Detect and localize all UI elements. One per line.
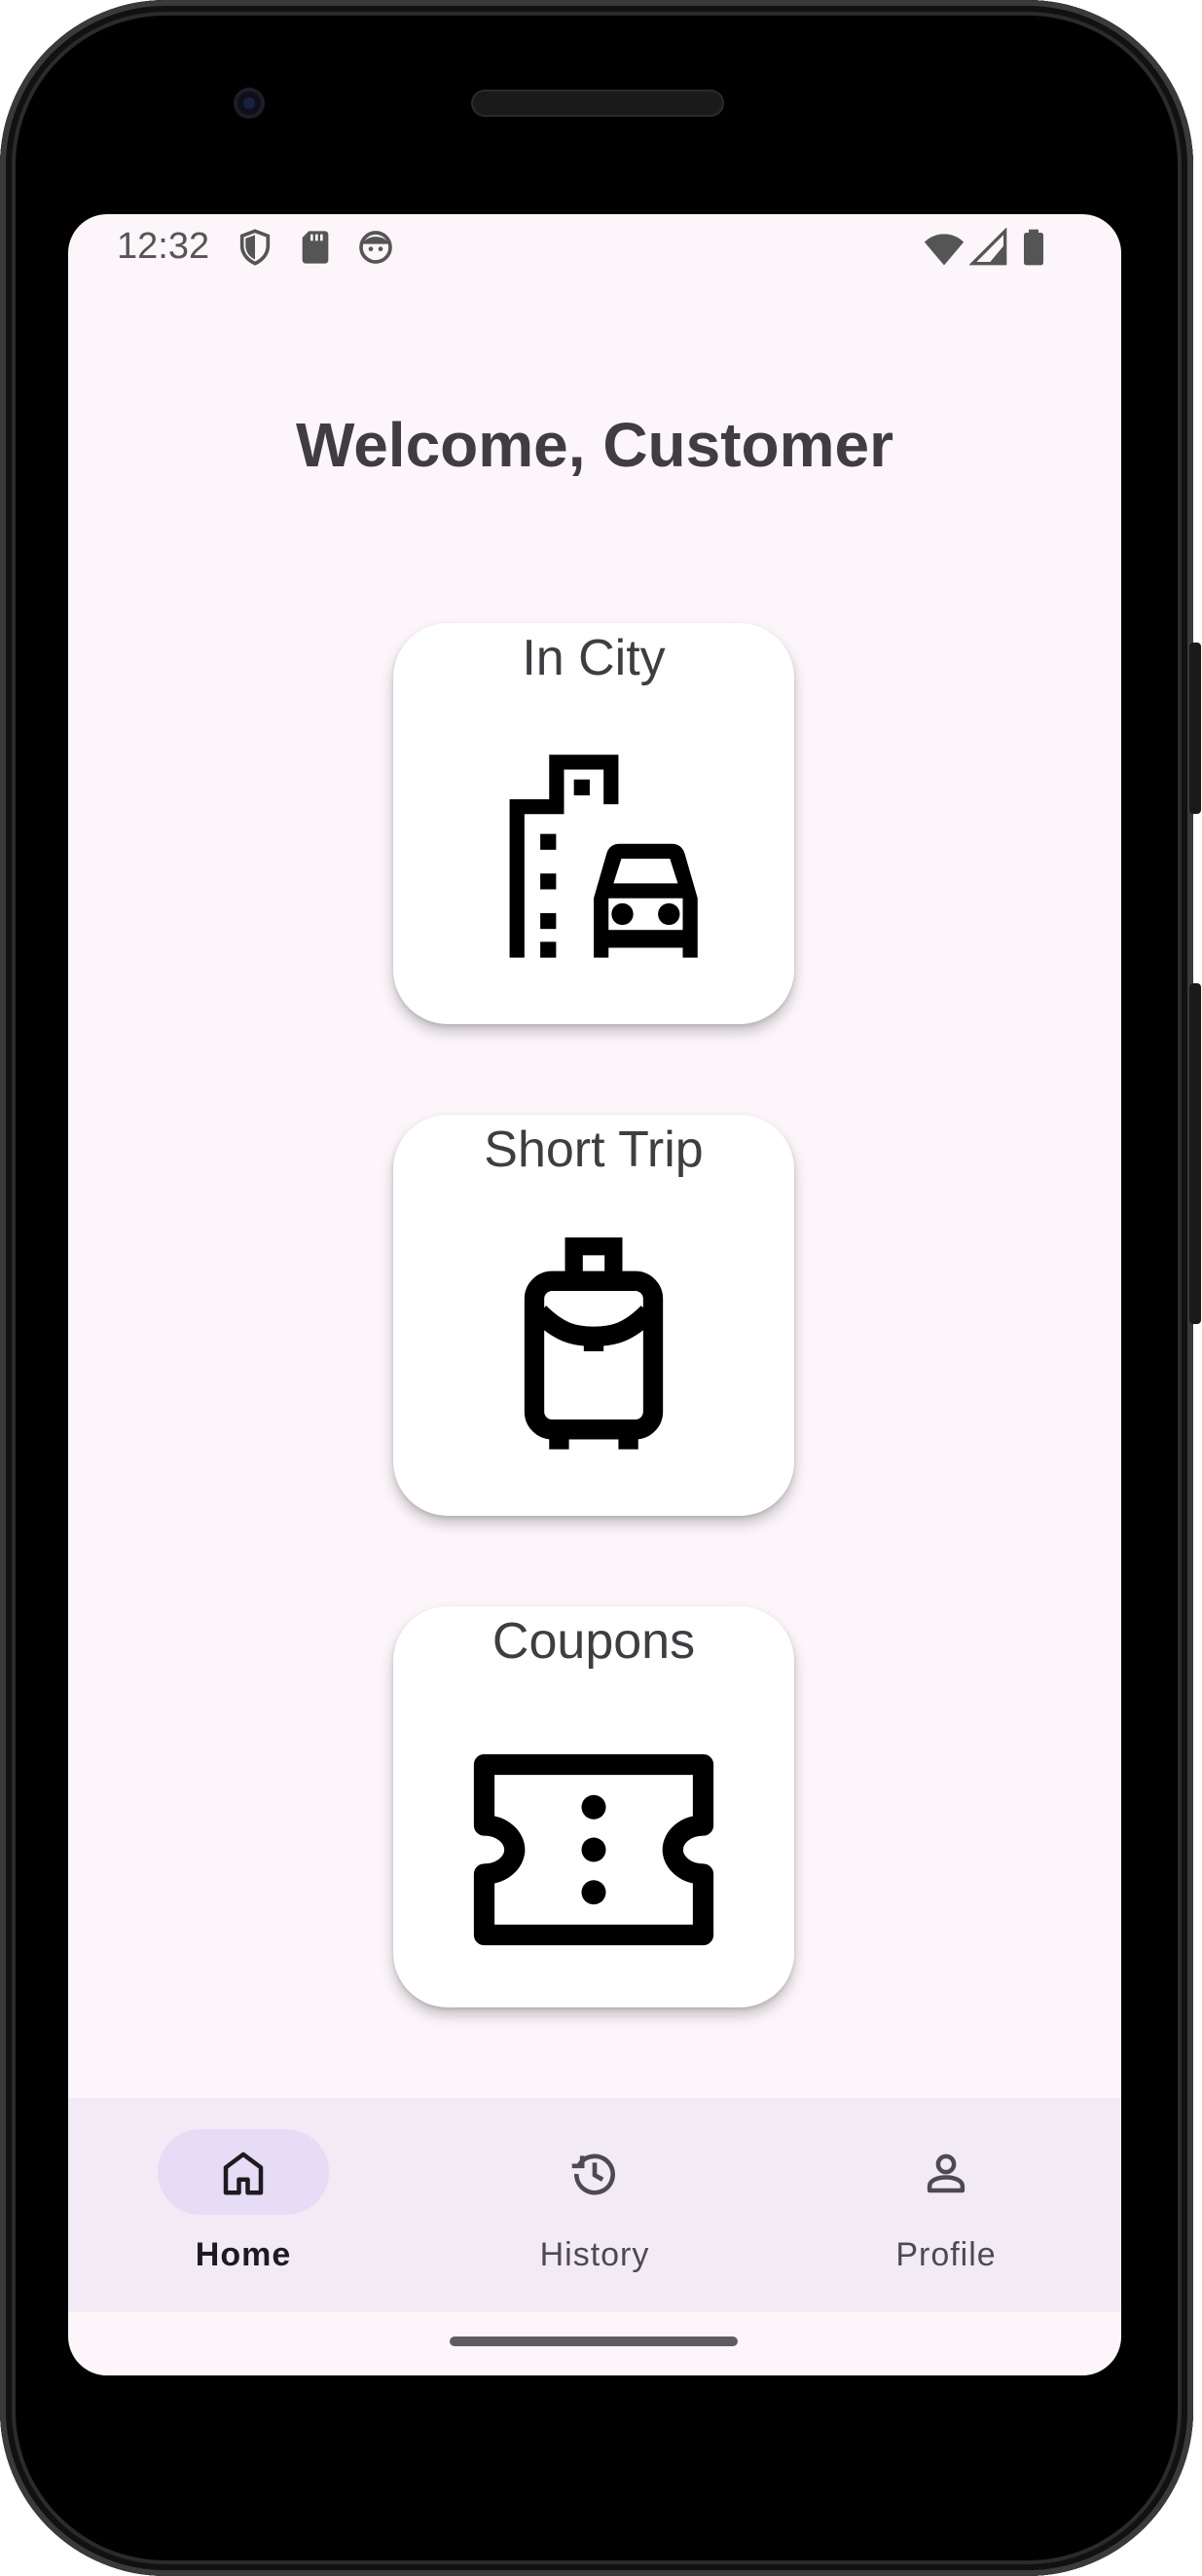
gesture-handle[interactable] — [450, 2337, 738, 2346]
wifi-icon — [924, 234, 965, 266]
city-car-icon — [509, 754, 698, 958]
short-trip-label: Short Trip — [484, 1122, 704, 1178]
face-icon — [359, 231, 392, 264]
nav-label-profile: Profile — [895, 2236, 997, 2273]
bottom-navigation: Home History Profile — [68, 2098, 1121, 2312]
status-bar: 12:32 — [68, 214, 1121, 292]
in-city-label: In City — [522, 630, 666, 686]
volume-button — [1189, 983, 1201, 1324]
shield-icon — [239, 229, 271, 266]
app-screen: 12:32 Welcome, Customer In City Short Tr… — [68, 214, 1121, 2375]
front-camera — [234, 88, 265, 119]
in-city-card[interactable]: In City — [393, 623, 794, 1024]
battery-icon — [1024, 229, 1043, 266]
coupons-label: Coupons — [492, 1613, 696, 1670]
nav-item-profile[interactable]: Profile — [771, 2098, 1121, 2312]
status-time: 12:32 — [117, 226, 210, 267]
ticket-icon — [473, 1753, 714, 1946]
short-trip-card[interactable]: Short Trip — [393, 1115, 794, 1516]
earpiece-speaker — [471, 90, 724, 117]
luggage-icon — [524, 1237, 664, 1450]
phone-frame: 12:32 Welcome, Customer In City Short Tr… — [0, 0, 1201, 2576]
coupons-card[interactable]: Coupons — [393, 1606, 794, 2007]
history-icon — [571, 2153, 615, 2195]
nav-label-history: History — [539, 2236, 650, 2273]
home-icon — [223, 2152, 264, 2195]
sd-card-icon — [302, 231, 329, 264]
nav-item-history[interactable]: History — [419, 2098, 770, 2312]
nav-label-home: Home — [195, 2236, 292, 2273]
power-button — [1189, 643, 1201, 814]
welcome-title: Welcome, Customer — [295, 410, 894, 480]
person-icon — [927, 2153, 965, 2193]
nav-item-home[interactable]: Home — [68, 2098, 419, 2312]
signal-icon — [969, 228, 1007, 266]
